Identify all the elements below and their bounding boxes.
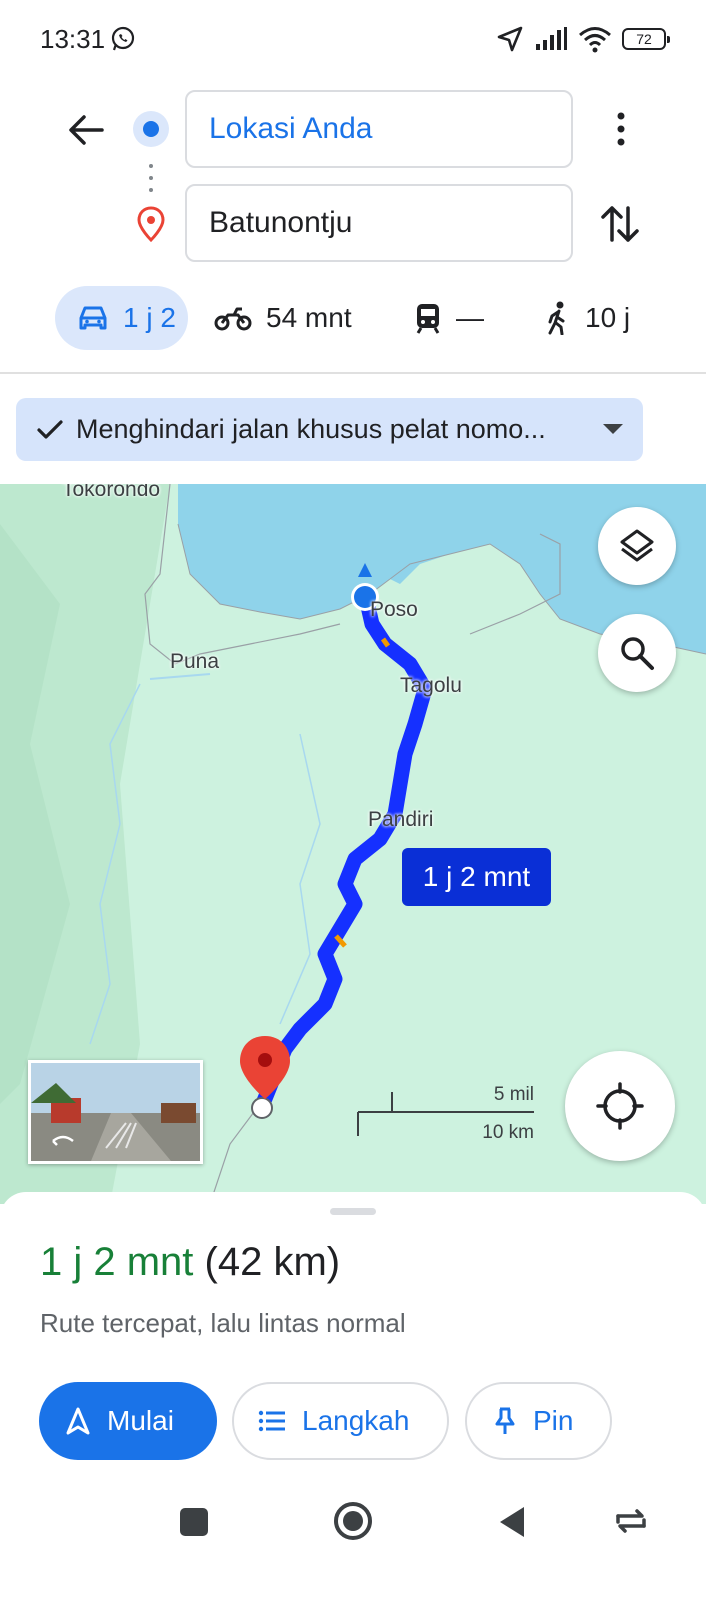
mode-tab-transit[interactable]: —	[414, 286, 484, 350]
location-arrow-icon	[497, 26, 523, 52]
status-bar: 13:31 72	[0, 0, 720, 78]
back-arrow-icon[interactable]	[66, 110, 106, 150]
transit-icon	[416, 304, 440, 334]
route-summary-sheet: 1 j 2 mnt (42 km) Rute tercepat, lalu li…	[0, 1192, 706, 1502]
check-icon	[37, 419, 63, 439]
mode-label-walk: 10 j	[585, 302, 631, 333]
scale-miles: 5 mil	[493, 1084, 534, 1105]
recents-square-icon[interactable]	[178, 1506, 210, 1538]
walk-icon	[548, 301, 565, 335]
map-label-poso: Poso	[370, 598, 418, 621]
status-time: 13:31	[40, 24, 106, 54]
scale-km: 10 km	[482, 1122, 534, 1143]
motorcycle-icon	[214, 307, 252, 331]
more-options-icon[interactable]	[605, 108, 637, 150]
map-label-pandiri: Pandiri	[368, 808, 434, 831]
header-divider	[0, 372, 706, 374]
status-icons: 72	[496, 24, 670, 54]
back-triangle-icon[interactable]	[496, 1504, 528, 1540]
my-location-icon	[596, 1082, 644, 1130]
mode-tab-motorcycle[interactable]: 54 mnt	[214, 286, 352, 350]
search-map-button[interactable]	[598, 614, 676, 692]
signal-icon	[536, 27, 567, 50]
my-location-button[interactable]	[565, 1051, 675, 1161]
map-label-tagolu: Tagolu	[400, 674, 462, 697]
origin-dot-icon	[133, 111, 169, 147]
wifi-icon	[579, 27, 611, 53]
steps-button-label: Langkah	[302, 1405, 410, 1436]
pin-button-label: Pin	[533, 1405, 574, 1436]
map-scale: 5 mil 10 km	[356, 1080, 536, 1150]
car-icon	[79, 306, 107, 330]
route-summary: 1 j 2 mnt (42 km)	[40, 1240, 340, 1285]
mode-label-transit: —	[456, 302, 484, 333]
mode-tab-car[interactable]: 1 j 2	[55, 286, 188, 350]
layers-button[interactable]	[598, 507, 676, 585]
mode-label-car: 1 j 2	[123, 302, 176, 333]
pin-icon	[495, 1407, 515, 1434]
start-button-label: Mulai	[107, 1405, 174, 1436]
pin-button[interactable]: Pin	[465, 1382, 612, 1460]
street-view-image	[31, 1063, 200, 1161]
route-connector	[149, 164, 153, 192]
destination-field[interactable]: Batunontju	[185, 184, 573, 262]
list-icon	[258, 1410, 285, 1432]
filter-chip-label: Menghindari jalan khusus pelat nomo...	[76, 414, 546, 444]
system-nav-bar	[0, 1500, 720, 1600]
layers-icon	[620, 529, 654, 562]
home-circle-icon[interactable]	[332, 1500, 374, 1542]
map-view[interactable]: Tokorondo Poso Puna Tagolu Pandiri 1 j 2…	[0, 484, 706, 1204]
map-label-tokorondo: Tokorondo	[62, 484, 161, 501]
dropdown-caret-icon	[603, 424, 623, 434]
destination-pin-icon	[137, 206, 165, 242]
rotate-screen-icon[interactable]	[612, 1506, 650, 1536]
street-view-thumbnail[interactable]	[28, 1060, 203, 1164]
sheet-drag-handle[interactable]	[330, 1208, 376, 1215]
mode-label-motorcycle: 54 mnt	[266, 302, 352, 333]
route-time-callout[interactable]: 1 j 2 mnt	[402, 848, 551, 906]
navigation-arrow-icon	[66, 1407, 90, 1435]
route-distance: (42 km)	[204, 1240, 341, 1284]
swap-icon[interactable]	[598, 200, 642, 248]
search-icon	[621, 637, 654, 670]
steps-button[interactable]: Langkah	[232, 1382, 449, 1460]
route-description: Rute tercepat, lalu lintas normal	[40, 1308, 406, 1338]
avoid-filter-chip[interactable]: Menghindari jalan khusus pelat nomo...	[16, 398, 643, 461]
origin-field[interactable]: Lokasi Anda	[185, 90, 573, 168]
battery-icon: 72	[622, 28, 670, 50]
route-duration: 1 j 2 mnt	[40, 1240, 194, 1284]
start-button[interactable]: Mulai	[39, 1382, 217, 1460]
map-label-puna: Puna	[170, 650, 220, 673]
whatsapp-icon	[111, 26, 135, 51]
mode-tab-walk[interactable]: 10 j	[545, 286, 630, 350]
